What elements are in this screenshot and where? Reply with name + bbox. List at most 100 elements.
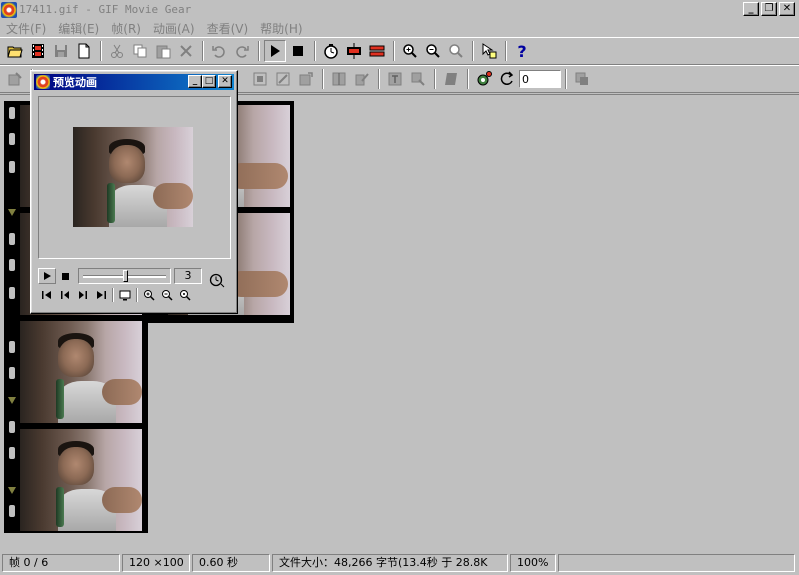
preview-first-frame-button[interactable] [38,287,56,303]
frame-strip-button[interactable] [343,40,365,62]
menu-view-key: (V) [230,21,249,36]
delete-x-icon [180,45,192,57]
optimize-button[interactable] [473,68,495,90]
rotate-button[interactable] [496,68,518,90]
zoom-out-button[interactable] [422,40,444,62]
sprocket [9,161,15,173]
preview-playback-row: 3 [38,264,226,288]
frame-strip-2-button[interactable] [366,40,388,62]
filmstrip-perforation [6,101,16,533]
frame-op-1-button[interactable] [249,68,271,90]
gear-colors-icon [477,71,492,86]
save-button[interactable] [50,40,72,62]
preview-next-frame-button[interactable] [74,287,92,303]
preview-zoom-in-button[interactable] [140,287,158,303]
frame-op-3-button[interactable] [295,68,317,90]
frame-art [56,487,64,527]
preview-zoom-fit-button[interactable] [176,287,194,303]
preview-canvas [38,96,231,259]
preview-timing-button[interactable] [208,272,226,288]
preview-minimize-button[interactable]: _ [188,75,202,88]
gif-movie-gear-icon[interactable] [1,1,17,18]
sprocket [9,107,15,119]
main-toolbar: ? [0,37,799,65]
menu-help[interactable]: 帮助(H) [254,20,308,37]
frame-op-5-button[interactable] [351,68,373,90]
properties-button[interactable] [4,68,26,90]
frame-art [56,379,64,419]
copy-button[interactable] [129,40,151,62]
menu-frame-key: (R) [123,21,141,36]
undo-icon [212,46,225,58]
frame-shape-icon [445,73,457,85]
stopwatch-icon [209,273,225,288]
frame-thumbnail-4[interactable] [20,429,142,531]
minimize-button[interactable]: _ [743,2,759,16]
sprocket [9,505,15,517]
preview-animation-window[interactable]: 预览动画 _ □ ✕ 3 [30,70,238,314]
filmstrip-stack-icon [369,45,385,57]
timing-button[interactable] [320,40,342,62]
preview-maximize-button[interactable]: □ [202,75,216,88]
menu-file[interactable]: 文件(F) [0,20,52,37]
frame-op-8-button[interactable] [440,68,462,90]
paste-button[interactable] [152,40,174,62]
toolbar-separator [505,41,507,61]
last-frame-icon [97,291,106,299]
frame-flip-icon [332,72,346,86]
restore-button[interactable]: ❐ [761,2,777,16]
frame-op-7-button[interactable] [407,68,429,90]
play-button[interactable] [264,40,286,62]
redo-button[interactable] [231,40,253,62]
zoom-reset-button[interactable] [445,40,467,62]
frame-marker [8,209,16,216]
cut-button[interactable] [106,40,128,62]
status-bar: 帧 0 / 6 120 ×100 0.60 秒 文件大小：48,266 字节(1… [0,551,799,575]
preview-frame-slider[interactable] [78,268,171,284]
frame-thumbnail-1[interactable] [20,321,142,423]
status-zoom: 100% [510,554,556,572]
new-button[interactable] [73,40,95,62]
open-movie-button[interactable] [27,40,49,62]
undo-button[interactable] [208,40,230,62]
toolbar-separator [434,69,436,89]
stop-button[interactable] [287,40,309,62]
sprocket [9,259,15,271]
frame-op-6-button[interactable] [384,68,406,90]
frame-op-2-button[interactable] [272,68,294,90]
preview-zoom-out-button[interactable] [158,287,176,303]
menu-view[interactable]: 查看(V) [201,20,255,37]
preview-titlebar[interactable]: 预览动画 _ □ ✕ [34,74,234,90]
frame-art [107,183,115,223]
close-button[interactable]: ✕ [779,2,795,16]
frame-marker [8,397,16,404]
window-title: 17411.gif - GIF Movie Gear [19,3,192,16]
preview-prev-frame-button[interactable] [56,287,74,303]
frame-op-9-button[interactable] [571,68,593,90]
delete-button[interactable] [175,40,197,62]
zoom-in-button[interactable] [399,40,421,62]
whats-this-button[interactable] [478,40,500,62]
menu-animation[interactable]: 动画(A) [147,20,201,37]
stopwatch-icon [324,44,338,59]
status-file-size: 文件大小：48,266 字节(13.4秒 于 28.8K [272,554,508,572]
menu-edit[interactable]: 编辑(E) [52,20,105,37]
menu-frame[interactable]: 帧(R) [105,20,147,37]
first-frame-icon [42,291,51,299]
rotation-input[interactable] [519,70,561,88]
frame-op-4-button[interactable] [328,68,350,90]
menu-animation-label: 动画 [152,21,177,36]
preview-close-button[interactable]: ✕ [218,75,232,88]
open-button[interactable] [4,40,26,62]
preview-play-button[interactable] [38,268,56,284]
preview-last-frame-button[interactable] [92,287,110,303]
toolbar-separator [258,41,260,61]
slider-thumb[interactable] [122,270,128,282]
preview-monitor-button[interactable] [116,287,134,303]
frame-art [58,339,94,377]
preview-stop-button[interactable] [56,268,74,284]
zoom-out-icon [426,44,440,58]
help-button[interactable]: ? [511,40,533,62]
copy-icon [133,44,147,58]
menu-file-label: 文件 [6,21,31,36]
